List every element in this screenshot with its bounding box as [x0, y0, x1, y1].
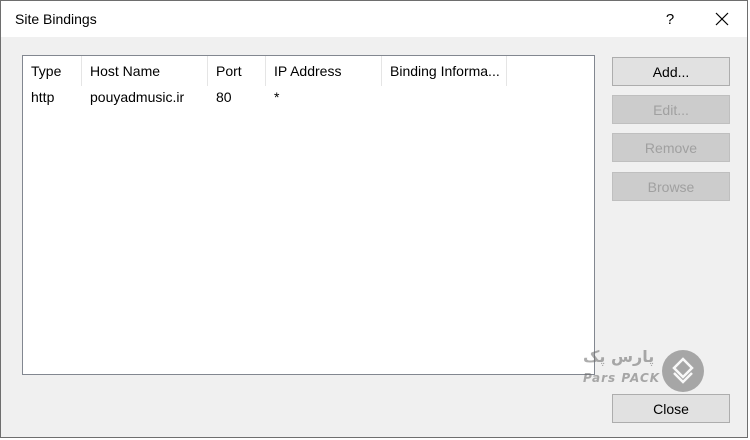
edit-button[interactable]: Edit...	[612, 95, 730, 124]
close-icon	[715, 12, 729, 26]
list-header: Type Host Name Port IP Address Binding I…	[23, 56, 594, 86]
parspack-logo-icon	[662, 350, 704, 392]
title-bar: Site Bindings ?	[1, 1, 747, 37]
parspack-watermark: پارس پک Pars PACK	[579, 347, 709, 393]
column-header-type[interactable]: Type	[23, 56, 82, 86]
cell-binding-information	[382, 86, 507, 110]
remove-button[interactable]: Remove	[612, 133, 730, 162]
bindings-list[interactable]: Type Host Name Port IP Address Binding I…	[22, 55, 595, 375]
cell-ip-address: *	[274, 89, 280, 105]
cell-host-name: pouyadmusic.ir	[90, 89, 185, 105]
browse-button[interactable]: Browse	[612, 172, 730, 201]
close-button[interactable]: Close	[612, 394, 730, 423]
cell-type: http	[31, 89, 55, 105]
column-header-host-name[interactable]: Host Name	[82, 56, 208, 86]
column-header-binding-information[interactable]: Binding Informa...	[382, 56, 507, 86]
dialog-title: Site Bindings	[15, 11, 97, 27]
help-button[interactable]: ?	[651, 5, 689, 33]
table-row[interactable]: http pouyadmusic.ir 80 *	[23, 86, 507, 110]
column-header-ip-address[interactable]: IP Address	[266, 56, 382, 86]
close-window-button[interactable]	[701, 5, 743, 33]
add-button[interactable]: Add...	[612, 57, 730, 86]
site-bindings-dialog: Site Bindings ? Type Host Name Port IP A…	[0, 0, 748, 438]
column-header-port[interactable]: Port	[208, 56, 266, 86]
cell-port: 80	[216, 89, 232, 105]
watermark-brand-persian: پارس پک	[583, 347, 655, 366]
watermark-brand-latin: Pars PACK	[583, 371, 661, 385]
